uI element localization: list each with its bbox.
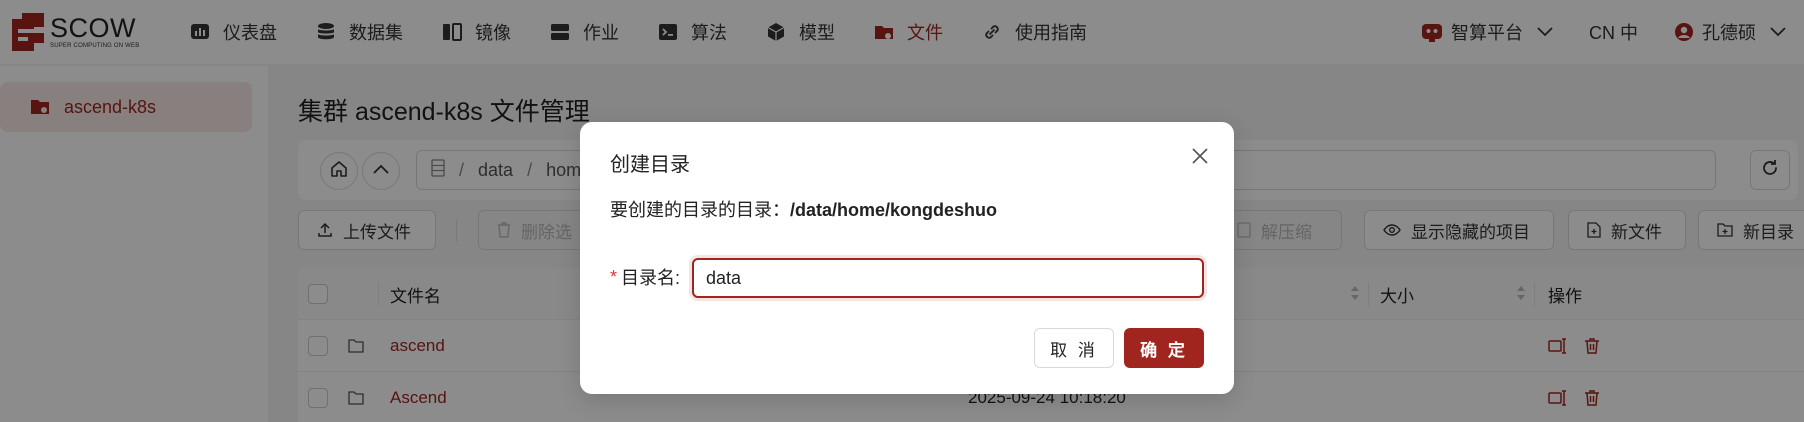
dir-name-label: * 目录名: bbox=[610, 264, 680, 290]
cancel-button[interactable]: 取 消 bbox=[1034, 328, 1114, 368]
target-path: /data/home/kongdeshuo bbox=[790, 200, 998, 220]
modal-description: 要创建的目录的目录：/data/home/kongdeshuo bbox=[610, 196, 997, 222]
close-button[interactable] bbox=[1188, 146, 1212, 170]
modal-desc-prefix: 要创建的目录的目录： bbox=[610, 200, 790, 220]
dir-name-input[interactable] bbox=[692, 258, 1204, 298]
dir-name-label-text: 目录名: bbox=[621, 268, 681, 288]
confirm-button[interactable]: 确 定 bbox=[1124, 328, 1204, 368]
modal-title: 创建目录 bbox=[610, 154, 690, 176]
close-icon bbox=[1191, 147, 1209, 170]
create-dir-modal: 创建目录 要创建的目录的目录：/data/home/kongdeshuo * 目… bbox=[580, 122, 1234, 394]
required-mark: * bbox=[610, 266, 618, 287]
